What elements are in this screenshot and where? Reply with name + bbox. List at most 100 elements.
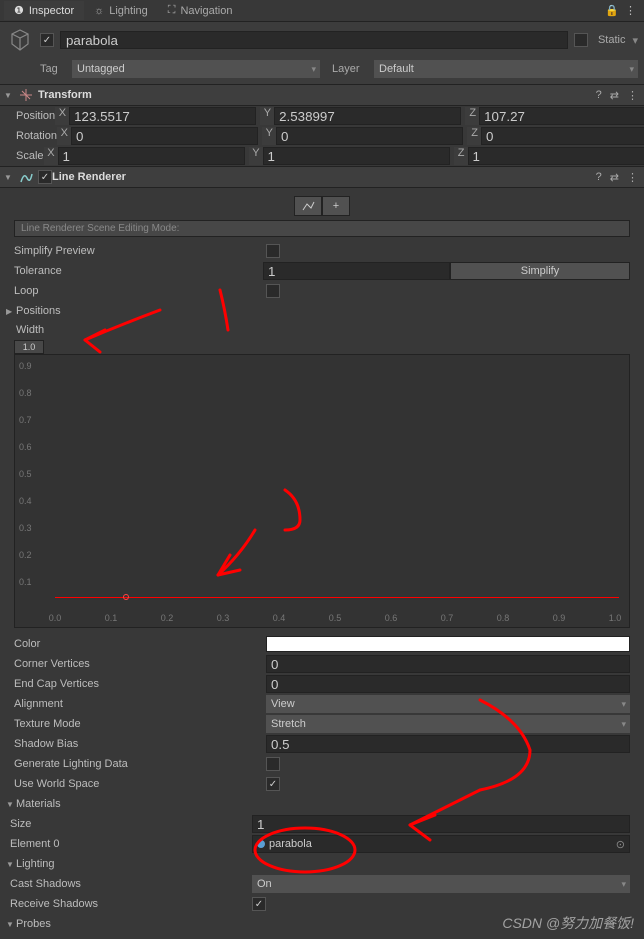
- tab-lighting[interactable]: ☼ Lighting: [84, 2, 158, 20]
- lighting-label: Lighting: [16, 858, 55, 870]
- x-label: X: [55, 107, 69, 125]
- rotation-y-input[interactable]: [276, 127, 463, 145]
- scale-z-input[interactable]: [468, 147, 644, 165]
- position-z-input[interactable]: [479, 107, 644, 125]
- menu-icon[interactable]: ⋮: [627, 171, 638, 184]
- preset-icon[interactable]: ⇄: [610, 89, 619, 102]
- transform-header[interactable]: ▼ Transform ? ⇄ ⋮: [0, 84, 644, 106]
- simplify-preview-checkbox[interactable]: [266, 244, 280, 258]
- menu-icon[interactable]: ⋮: [627, 89, 638, 102]
- lock-icon[interactable]: 🔒: [605, 4, 619, 17]
- scene-mode-label: Line Renderer Scene Editing Mode:: [14, 220, 630, 237]
- edit-points-button[interactable]: [294, 196, 322, 216]
- layer-label: Layer: [332, 63, 368, 75]
- element0-label: Element 0: [10, 838, 252, 850]
- chevron-down-icon: ▼: [6, 800, 16, 809]
- active-checkbox[interactable]: [40, 33, 54, 47]
- tab-label: Inspector: [29, 5, 74, 17]
- materials-label: Materials: [16, 798, 61, 810]
- receive-shadows-checkbox[interactable]: [252, 897, 266, 911]
- loop-label: Loop: [14, 285, 266, 297]
- cast-shadows-dropdown[interactable]: On: [252, 875, 630, 893]
- end-cap-vertices-label: End Cap Vertices: [14, 678, 266, 690]
- materials-size-input[interactable]: [252, 815, 630, 833]
- gameobject-icon[interactable]: [6, 26, 34, 54]
- receive-shadows-label: Receive Shadows: [10, 898, 252, 910]
- generate-lighting-data-label: Generate Lighting Data: [14, 758, 266, 770]
- static-dropdown-icon[interactable]: ▾: [632, 34, 638, 47]
- generate-lighting-data-checkbox[interactable]: [266, 757, 280, 771]
- shadow-bias-input[interactable]: [266, 735, 630, 753]
- use-world-space-checkbox[interactable]: [266, 777, 280, 791]
- gameobject-name-input[interactable]: [60, 31, 568, 49]
- tab-label: Lighting: [109, 5, 148, 17]
- z-label: Z: [465, 107, 479, 125]
- corner-vertices-label: Corner Vertices: [14, 658, 266, 670]
- position-y-input[interactable]: [274, 107, 461, 125]
- foldout-icon[interactable]: ▼: [4, 173, 14, 182]
- color-gradient-field[interactable]: [266, 636, 630, 652]
- position-label: Position: [16, 110, 55, 122]
- probes-label: Probes: [16, 918, 51, 930]
- material-element0-field[interactable]: parabola: [252, 835, 630, 853]
- tolerance-label: Tolerance: [14, 265, 263, 277]
- width-curve-editor[interactable]: 0.90.80.70.60.50.40.30.20.1 0.00.10.20.3…: [14, 354, 630, 628]
- y-label: Y: [260, 107, 274, 125]
- component-title: Transform: [38, 89, 596, 101]
- tag-label: Tag: [40, 63, 66, 75]
- gameobject-header: Static ▾: [0, 22, 644, 58]
- texture-mode-dropdown[interactable]: Stretch: [266, 715, 630, 733]
- chevron-down-icon: ▼: [6, 860, 16, 869]
- materials-foldout[interactable]: ▼ Materials: [0, 794, 644, 814]
- help-icon[interactable]: ?: [596, 89, 602, 102]
- curve-keyframe[interactable]: [123, 594, 129, 600]
- simplify-preview-label: Simplify Preview: [14, 245, 266, 257]
- simplify-button[interactable]: Simplify: [450, 262, 630, 280]
- add-point-button[interactable]: +: [322, 196, 350, 216]
- width-label: Width: [16, 324, 44, 336]
- alignment-label: Alignment: [14, 698, 266, 710]
- bulb-icon: ☼: [94, 5, 104, 17]
- cast-shadows-label: Cast Shadows: [10, 878, 252, 890]
- positions-label: Positions: [16, 305, 61, 317]
- tag-dropdown[interactable]: Untagged: [72, 60, 320, 78]
- foldout-icon[interactable]: ▼: [4, 91, 14, 100]
- color-label: Color: [14, 638, 266, 650]
- chevron-down-icon: ▼: [6, 920, 16, 929]
- watermark: CSDN @努力加餐饭!: [502, 913, 634, 933]
- width-value-badge[interactable]: 1.0: [14, 340, 44, 354]
- corner-vertices-input[interactable]: [266, 655, 630, 673]
- end-cap-vertices-input[interactable]: [266, 675, 630, 693]
- loop-checkbox[interactable]: [266, 284, 280, 298]
- component-enabled-checkbox[interactable]: [38, 170, 52, 184]
- linerenderer-icon: [18, 169, 34, 185]
- tab-navigation[interactable]: ⛶ Navigation: [158, 1, 243, 20]
- layer-dropdown[interactable]: Default: [374, 60, 638, 78]
- tab-inspector[interactable]: ❶ Inspector: [4, 1, 84, 20]
- preset-icon[interactable]: ⇄: [610, 171, 619, 184]
- position-x-input[interactable]: [69, 107, 256, 125]
- shadow-bias-label: Shadow Bias: [14, 738, 266, 750]
- linerenderer-header[interactable]: ▼ Line Renderer ? ⇄ ⋮: [0, 166, 644, 188]
- tag-layer-row: Tag Untagged Layer Default: [0, 58, 644, 84]
- menu-icon[interactable]: ⋮: [625, 4, 636, 17]
- curve-line: [55, 597, 619, 598]
- tab-label: Navigation: [180, 5, 232, 17]
- alignment-dropdown[interactable]: View: [266, 695, 630, 713]
- chevron-right-icon: ▶: [6, 307, 16, 316]
- scale-x-input[interactable]: [58, 147, 245, 165]
- tolerance-input[interactable]: [263, 262, 450, 280]
- info-icon: ❶: [14, 4, 24, 17]
- help-icon[interactable]: ?: [596, 171, 602, 184]
- rotation-z-input[interactable]: [481, 127, 644, 145]
- tab-bar: ❶ Inspector ☼ Lighting ⛶ Navigation 🔒 ⋮: [0, 0, 644, 22]
- positions-foldout[interactable]: ▶ Positions: [0, 301, 644, 321]
- rotation-label: Rotation: [16, 130, 57, 142]
- use-world-space-label: Use World Space: [14, 778, 266, 790]
- static-checkbox[interactable]: [574, 33, 588, 47]
- rotation-x-input[interactable]: [71, 127, 258, 145]
- lighting-foldout[interactable]: ▼ Lighting: [0, 854, 644, 874]
- scale-label: Scale: [16, 150, 44, 162]
- scale-y-input[interactable]: [263, 147, 450, 165]
- texture-mode-label: Texture Mode: [14, 718, 266, 730]
